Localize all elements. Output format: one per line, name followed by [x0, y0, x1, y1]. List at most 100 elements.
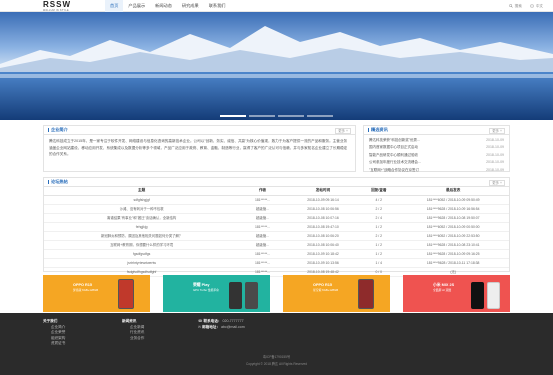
forum-table-body: sdfgfshgjgf 181*****... 2018-10-09 09:16:1… [44, 195, 509, 277]
phone-image [471, 282, 484, 309]
forum-author: 181*****... [239, 222, 286, 232]
forum-title-wrap: 论坛热帖 [48, 179, 68, 185]
search-label: 搜索 [514, 3, 522, 8]
slider-dot[interactable] [278, 115, 304, 117]
forum-topic[interactable]: 沙滩、没有刺对于一种不包裹 [44, 204, 240, 214]
about-more-button[interactable]: 更多 + [335, 128, 351, 134]
footer-link[interactable]: 资质证书 [51, 341, 65, 347]
forum-row[interactable]: 互联网+教育期，你想要什么样的学习环境 超级管... 2018-10-08 10:0… [44, 240, 509, 250]
hero-banner[interactable] [0, 12, 553, 120]
footer-email: ✉ 邮箱地址： abc@mail.com [198, 325, 245, 331]
forum-topic[interactable]: fgsdfgsdfgs [44, 249, 240, 259]
forum-topic[interactable]: jsrtrhrtyrtewrtwertw [44, 258, 240, 268]
news-item-title: 腾达科技荣获"科技创新奖"优秀... [369, 138, 420, 142]
news-item[interactable]: "互联网+"战略合作协议在京签订 2018-10-09 [369, 167, 504, 174]
forum-author: 超级管... [239, 213, 286, 223]
nav-research[interactable]: 研究成果 [177, 0, 204, 12]
product-card[interactable]: 荣耀 Play GPU Turbo 性能革命 [163, 275, 270, 312]
product-card[interactable]: OPPO R15 星空紫 6GB+128GB [283, 275, 390, 312]
news-item-title: 智能产品研发中心顺利通过验收 [369, 152, 418, 157]
forum-post-time: 2018-10-09 10:13:56 [285, 258, 361, 268]
news-item-title: 公司参加年度行业技术交流峰会... [369, 160, 421, 165]
forum-topic[interactable]: 新冠肺炎和预防，原因及其他相关问题如何分类了解？ [44, 231, 240, 241]
forum-row[interactable]: 离谱结果"有事业"和"搬迁"谈话确认，全新结构 超级管... 2018-10-08 … [44, 213, 509, 223]
col-last-post: 最后发表 [397, 187, 509, 196]
footer-link[interactable]: 行业资讯 [130, 330, 144, 336]
nav-news[interactable]: 新闻动态 [150, 0, 177, 12]
phone-image [229, 282, 242, 309]
news-item-title: 国内首家数据中心项目正式启动 [369, 145, 418, 150]
news-more-button[interactable]: 更多 + [489, 128, 505, 134]
forum-reply-view: 2 / 2 [360, 204, 398, 214]
forum-author: 超级管... [239, 231, 286, 241]
header-tools: 搜索 中文 [508, 0, 543, 12]
forum-row[interactable]: jsrtrhrtyrtewrtwertw 181*****... 2018-10-0… [44, 258, 509, 268]
product-card[interactable]: OPPO R15 梦境版 6GB+128GB [43, 275, 150, 312]
forum-topic[interactable]: 互联网+教育期，你想要什么样的学习环境 [44, 240, 240, 250]
news-item-date: 2018-10-09 [486, 145, 504, 150]
phone-image [487, 282, 500, 309]
forum-reply-view: 1 / 2 [360, 240, 398, 250]
news-item[interactable]: 国内首家数据中心项目正式启动 2018-10-09 [369, 144, 504, 151]
card-subtitle: 全面屏 AI 双摄 [433, 288, 452, 292]
forum-author: 超级管... [239, 240, 286, 250]
news-item[interactable]: 公司参加年度行业技术交流峰会... 2018-10-09 [369, 159, 504, 166]
forum-post-time: 2018-10-09 09:16:14 [285, 195, 361, 205]
forum-row[interactable]: 新冠肺炎和预防，原因及其他相关问题如何分类了解？ 超级管... 2018-10-08… [44, 231, 509, 241]
forum-post-time: 2018-10-09 10:18:42 [285, 249, 361, 259]
forum-topic[interactable]: 离谱结果"有事业"和"搬迁"谈话确认，全新结构 [44, 213, 240, 223]
logo[interactable]: RSSW WALLUM IN STYLE [43, 1, 95, 13]
icp-number[interactable]: 粤ICP备1790155号 [0, 354, 553, 359]
news-item-date: 2018-10-09 [486, 138, 504, 142]
news-item-date: 2018-10-09 [486, 152, 504, 157]
slider-dot[interactable] [307, 115, 333, 117]
about-header: 企业简介 更多 + [44, 126, 355, 135]
col-reply-view: 回复/查看 [360, 187, 398, 196]
globe-icon [530, 4, 534, 8]
forum-last-post: 181****6052 / 2018-10-09 22:53:50 [397, 231, 509, 241]
news-item-date: 2018-10-09 [486, 167, 504, 172]
main-nav: 首页 产品展示 新闻动态 研究成果 联系我们 [105, 0, 230, 12]
slider-dot[interactable] [220, 115, 246, 117]
col-author: 作者 [239, 187, 286, 196]
forum-last-post: 181****9628 / 2018-10-09 16:56:54 [397, 204, 509, 214]
col-post-time: 发帖时间 [285, 187, 361, 196]
site-header: RSSW WALLUM IN STYLE 首页 产品展示 新闻动态 研究成果 联… [0, 0, 553, 12]
nav-contact[interactable]: 联系我们 [204, 0, 231, 12]
phone-label: 联系电话： [203, 319, 222, 323]
about-title-wrap: 企业简介 [48, 127, 68, 133]
forum-row[interactable]: 沙滩、没有刺对于一种不包裹 超级管... 2018-10-08 10:06:56 2 … [44, 204, 509, 214]
forum-row[interactable]: fehgjkjg 181*****... 2018-10-08 19:47:10 1 … [44, 222, 509, 232]
site-footer: 关于我们 企业简介 企业荣誉 组织架构 资质证书 新闻资讯 企业新闻 行业资讯 … [0, 313, 553, 375]
accent-bar [48, 128, 49, 132]
about-title: 企业简介 [51, 127, 68, 132]
forum-topic[interactable]: fehgjkjg [44, 222, 240, 232]
phone-value: 020-7777777 [222, 319, 244, 323]
news-item-date: 2018-10-09 [486, 160, 504, 165]
news-panel: 精选资讯 更多 + 腾达科技荣获"科技创新奖"优秀... 2018-10-09 国… [363, 125, 510, 172]
slider-dot[interactable] [249, 115, 275, 117]
forum-topic[interactable]: sdfgfshgjgf [44, 195, 240, 205]
footer-link[interactable]: 企业荣誉 [51, 330, 65, 336]
email-value[interactable]: abc@mail.com [221, 325, 245, 329]
search-link[interactable]: 搜索 [508, 3, 522, 9]
news-item[interactable]: 智能产品研发中心顺利通过验收 2018-10-09 [369, 152, 504, 159]
forum-post-time: 2018-10-08 19:47:10 [285, 222, 361, 232]
nav-products[interactable]: 产品展示 [123, 0, 150, 12]
forum-reply-view: 2 / 4 [360, 213, 398, 223]
footer-link[interactable]: 业务合作 [130, 336, 144, 342]
accent-bar [368, 128, 369, 132]
forum-table-header: 主题 作者 发帖时间 回复/查看 最后发表 [44, 187, 509, 196]
forum-table: 主题 作者 发帖时间 回复/查看 最后发表 sdfgfshgjgf 181****… [44, 187, 509, 277]
product-card[interactable]: 小米 MIX 2S 全面屏 AI 双摄 [403, 275, 510, 312]
forum-more-button[interactable]: 更多 + [489, 180, 505, 186]
language-switch[interactable]: 中文 [530, 4, 543, 9]
card-title: OPPO R15 [313, 283, 332, 287]
news-item[interactable]: 腾达科技荣获"科技创新奖"优秀... 2018-10-09 [369, 137, 504, 144]
forum-row[interactable]: sdfgfshgjgf 181*****... 2018-10-09 09:16:1… [44, 195, 509, 205]
phone-image [245, 282, 258, 309]
nav-home[interactable]: 首页 [105, 0, 124, 12]
forum-author: 181*****... [239, 249, 286, 259]
forum-row[interactable]: fgsdfgsdfgs 181*****... 2018-10-09 10:18:4… [44, 249, 509, 259]
email-label: 邮箱地址： [202, 324, 220, 329]
